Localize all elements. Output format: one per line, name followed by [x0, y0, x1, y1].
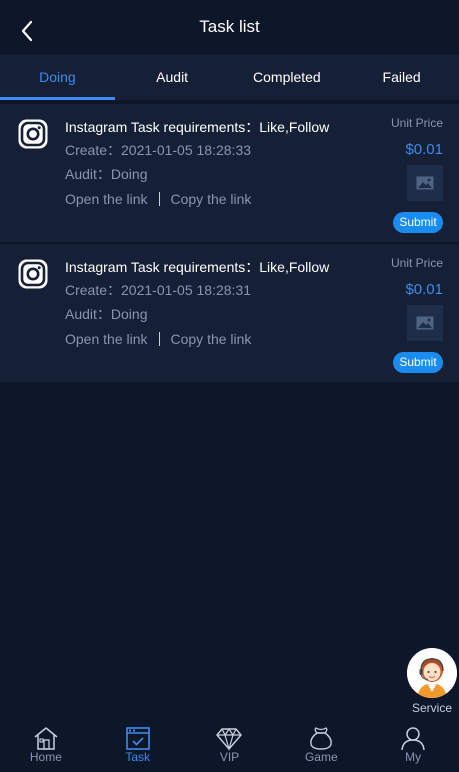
link-divider — [158, 192, 160, 206]
task-title: Instagram Task requirements：Like,Follow — [65, 259, 330, 275]
user-icon — [401, 727, 425, 751]
upload-image-thumbnail[interactable] — [407, 305, 443, 341]
service-agent-avatar — [407, 648, 457, 698]
nav-item-my[interactable]: My — [367, 718, 459, 772]
service-label: Service — [411, 701, 452, 715]
instagram-icon — [18, 119, 48, 149]
bottom-nav: Home Task VIP Game My — [0, 718, 459, 772]
game-bag-icon — [310, 727, 333, 750]
task-card: Instagram Task requirements：Like,Follow … — [0, 244, 459, 382]
tab-failed[interactable]: Failed — [344, 55, 459, 100]
task-audit-status: Audit：Doing — [65, 166, 148, 182]
home-icon — [34, 727, 58, 750]
status-tabs: Doing Audit Completed Failed — [0, 55, 459, 100]
nav-label-vip: VIP — [219, 750, 240, 764]
copy-link[interactable]: Copy the link — [171, 331, 252, 347]
nav-label-task: Task — [125, 750, 151, 764]
task-card: Instagram Task requirements：Like,Follow … — [0, 104, 459, 242]
task-create-time: Create：2021-01-05 18:28:33 — [65, 142, 252, 158]
top-bar: Task list — [0, 0, 459, 55]
submit-button[interactable]: Submit — [393, 212, 443, 233]
submit-button[interactable]: Submit — [393, 352, 443, 373]
task-icon — [125, 727, 150, 750]
nav-item-home[interactable]: Home — [0, 718, 92, 772]
nav-item-task[interactable]: Task — [92, 718, 184, 772]
task-create-time: Create：2021-01-05 18:28:31 — [65, 282, 252, 298]
upload-image-thumbnail[interactable] — [407, 165, 443, 201]
unit-price-value: $0.01 — [405, 281, 443, 298]
copy-link[interactable]: Copy the link — [171, 191, 252, 207]
task-links: Open the link Copy the link — [65, 331, 251, 347]
service-agent-icon — [407, 648, 457, 698]
link-divider — [158, 332, 160, 346]
nav-item-vip[interactable]: VIP — [184, 718, 276, 772]
instagram-icon — [18, 259, 48, 289]
unit-price-label: Unit Price — [390, 116, 443, 130]
page-title: Task list — [199, 17, 260, 36]
unit-price-value: $0.01 — [405, 141, 443, 158]
tab-audit[interactable]: Audit — [115, 55, 230, 100]
image-placeholder-icon — [416, 316, 434, 330]
open-link[interactable]: Open the link — [65, 191, 148, 207]
nav-label-home: Home — [29, 750, 62, 764]
customer-service-button[interactable]: Service — [406, 648, 457, 716]
tab-completed[interactable]: Completed — [230, 55, 345, 100]
task-title: Instagram Task requirements：Like,Follow — [65, 119, 330, 135]
task-links: Open the link Copy the link — [65, 191, 251, 207]
tab-doing[interactable]: Doing — [0, 55, 115, 100]
nav-item-game[interactable]: Game — [275, 718, 367, 772]
image-placeholder-icon — [416, 176, 434, 190]
task-list: Instagram Task requirements：Like,Follow … — [0, 100, 459, 382]
nav-label-game: Game — [304, 750, 338, 764]
task-audit-status: Audit：Doing — [65, 306, 148, 322]
diamond-icon — [216, 727, 243, 751]
unit-price-label: Unit Price — [390, 256, 443, 270]
open-link[interactable]: Open the link — [65, 331, 148, 347]
nav-label-my: My — [405, 750, 422, 764]
